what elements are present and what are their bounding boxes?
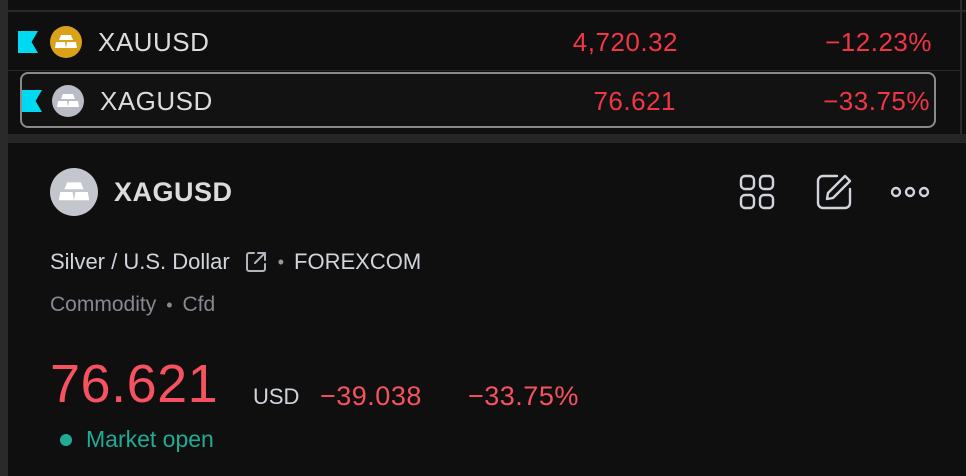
symbol-label: XAUUSD: [98, 27, 210, 57]
more-options-button[interactable]: [890, 172, 930, 212]
last-price: 76.621: [593, 86, 676, 116]
symbol-description: Silver / U.S. Dollar • FOREXCOM: [50, 249, 421, 275]
change-percent: −33.75%: [823, 86, 930, 116]
gold-bars-icon: [50, 26, 82, 58]
flag-marker-icon[interactable]: [22, 90, 42, 112]
silver-bars-icon: [50, 168, 98, 216]
top-divider: [8, 10, 966, 12]
market-status-label: Market open: [86, 426, 214, 452]
symbol-subtype: Cfd: [182, 293, 216, 316]
grid-layout-icon: [739, 174, 775, 210]
description-text[interactable]: Silver / U.S. Dollar: [50, 249, 230, 275]
exchange-name[interactable]: FOREXCOM: [294, 249, 421, 275]
external-link-icon[interactable]: [244, 250, 268, 274]
watchlist-row-xagusd[interactable]: XAGUSD 76.621 −33.75%: [20, 72, 936, 128]
detail-symbol[interactable]: XAGUSD: [114, 177, 233, 208]
edit-note-button[interactable]: [814, 172, 854, 212]
symbol-label: XAGUSD: [100, 86, 213, 116]
separator-dot: •: [277, 251, 285, 272]
right-scroll-edge: [960, 0, 962, 135]
percent-change: −33.75%: [468, 381, 579, 411]
last-price: 4,720.32: [572, 27, 678, 57]
symbol-details-panel: XAGUSD Silver / U.S. Dollar • FOREXCOM C…: [18, 143, 966, 476]
watchlist-row-xauusd[interactable]: XAUUSD 4,720.32 −12.23%: [18, 14, 936, 70]
absolute-change: −39.038: [320, 381, 422, 411]
edit-note-icon: [816, 174, 852, 210]
price-currency: USD: [253, 384, 300, 409]
left-panel-edge: [0, 0, 8, 476]
current-price: 76.621: [50, 354, 219, 414]
grid-layout-button[interactable]: [737, 172, 777, 212]
panel-resize-handle[interactable]: [8, 134, 966, 143]
status-dot-icon: [60, 433, 72, 446]
change-percent: −12.23%: [825, 27, 932, 57]
symbol-type: Commodity: [50, 293, 157, 316]
market-status[interactable]: Market open: [60, 426, 214, 453]
silver-bars-icon: [52, 85, 84, 117]
row-divider: [8, 70, 960, 71]
more-horizontal-icon: [890, 186, 930, 198]
symbol-type-info: Commodity • Cfd: [50, 293, 215, 317]
separator-dot: •: [166, 294, 173, 315]
flag-marker-icon[interactable]: [18, 31, 38, 53]
